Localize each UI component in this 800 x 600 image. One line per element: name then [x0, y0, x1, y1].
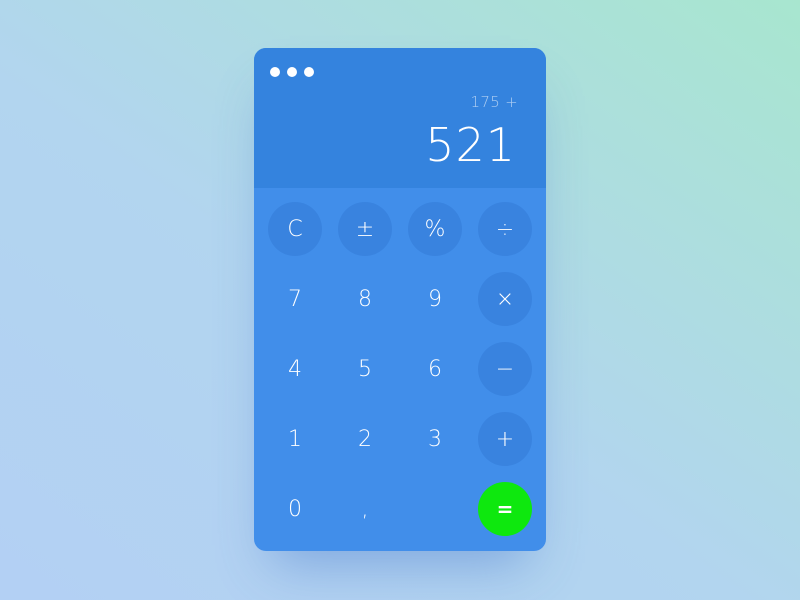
- digit-9-button[interactable]: 9: [408, 272, 462, 326]
- clear-button[interactable]: C: [268, 202, 322, 256]
- window-controls[interactable]: [270, 67, 314, 77]
- digit-2-button[interactable]: 2: [338, 412, 392, 466]
- plus-button[interactable]: +: [478, 412, 532, 466]
- result-text: 521: [425, 118, 516, 172]
- percent-button[interactable]: %: [408, 202, 462, 256]
- expression-text: 175 +: [470, 93, 518, 111]
- digit-5-button[interactable]: 5: [338, 342, 392, 396]
- minus-button[interactable]: −: [478, 342, 532, 396]
- divide-button[interactable]: ÷: [478, 202, 532, 256]
- digit-7-button[interactable]: 7: [268, 272, 322, 326]
- plus-minus-button[interactable]: ±: [338, 202, 392, 256]
- window-dot-icon[interactable]: [304, 67, 314, 77]
- digit-1-button[interactable]: 1: [268, 412, 322, 466]
- comma-button[interactable]: ,: [338, 482, 392, 536]
- digit-3-button[interactable]: 3: [408, 412, 462, 466]
- digit-8-button[interactable]: 8: [338, 272, 392, 326]
- window-dot-icon[interactable]: [287, 67, 297, 77]
- digit-6-button[interactable]: 6: [408, 342, 462, 396]
- calculator-display: 175 + 521: [254, 48, 546, 188]
- digit-4-button[interactable]: 4: [268, 342, 322, 396]
- equals-button[interactable]: =: [478, 482, 532, 536]
- calculator-window: 175 + 521 C ± % ÷ 7 8 9 × 4 5 6 − 1 2 3 …: [254, 48, 546, 551]
- digit-0-button[interactable]: 0: [268, 482, 322, 536]
- window-dot-icon[interactable]: [270, 67, 280, 77]
- multiply-button[interactable]: ×: [478, 272, 532, 326]
